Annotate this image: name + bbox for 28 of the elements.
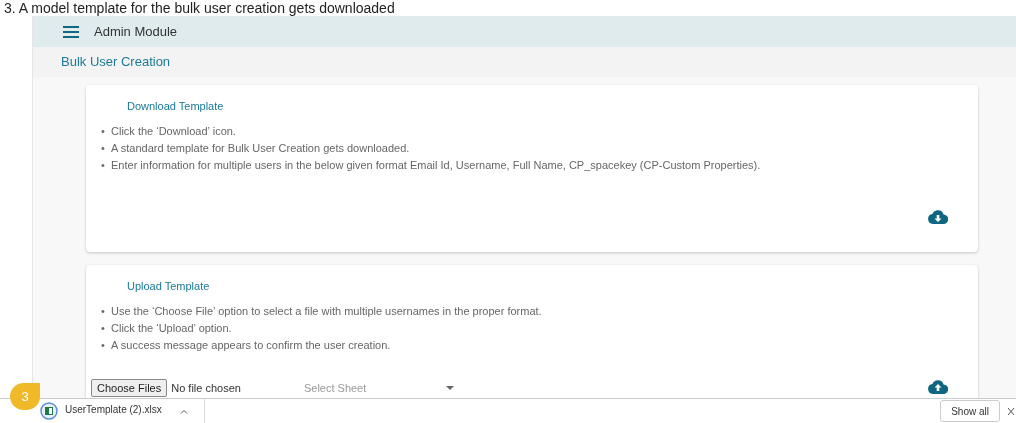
card-title: Download Template (127, 99, 224, 114)
app-title: Admin Module (94, 22, 178, 41)
instruction-text: Click the ‘Download’ icon. (111, 123, 236, 139)
menu-icon[interactable] (63, 25, 79, 38)
instruction-text: A success message appears to confirm the user creation. (111, 337, 391, 353)
instruction-text: A standard template for Bulk User Creation gets downloaded. (111, 140, 410, 156)
cloud-download-icon[interactable] (928, 210, 948, 224)
show-all-button[interactable]: Show all (940, 400, 1000, 422)
bullet-mark: • (101, 123, 106, 139)
bullet-mark: • (101, 320, 106, 336)
dropdown-caret-icon (445, 385, 454, 390)
downloaded-file-name[interactable]: UserTemplate (2).xlsx (65, 402, 162, 417)
bullet-mark: • (101, 157, 106, 173)
bullet-mark: • (101, 337, 106, 353)
page-title: Bulk User Creation (61, 53, 171, 72)
step-heading: 3. A model template for the bulk user creation gets downloaded (3, 0, 395, 16)
instruction-text: Enter information for multiple users in the below given format Email Id, Username, Full Name, CP_spacekey (CP-Custom Properties). (111, 157, 761, 173)
file-status-text: No file chosen (171, 380, 241, 396)
instruction-text: Use the ‘Choose File’ option to select a file with multiple usernames in the proper format. (111, 303, 542, 319)
bullet-mark: • (101, 303, 106, 319)
cloud-upload-icon[interactable] (928, 380, 948, 394)
bullet-mark: • (101, 140, 106, 156)
instruction-text: Click the ‘Upload’ option. (111, 320, 232, 336)
close-icon[interactable] (1008, 407, 1014, 415)
card-title: Upload Template (127, 279, 210, 294)
spreadsheet-file-icon (40, 402, 58, 420)
step-callout: 3 (10, 383, 40, 410)
choose-files-button[interactable]: Choose Files (91, 379, 168, 397)
